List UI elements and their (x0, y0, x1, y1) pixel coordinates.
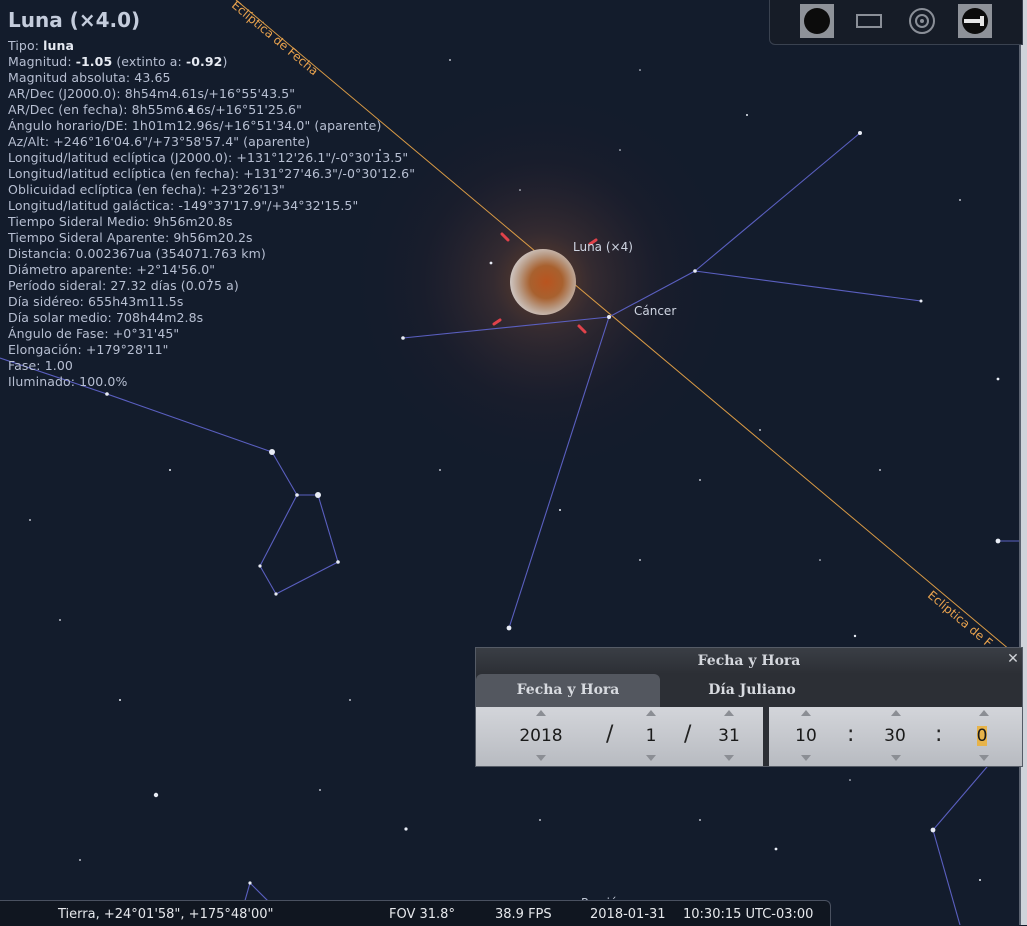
info-magnitude-label: Magnitud: (8, 54, 76, 69)
day-up-arrow[interactable] (724, 710, 734, 716)
second-up-arrow[interactable] (979, 710, 989, 716)
second-value: 0 (976, 726, 988, 746)
rectangle-icon (856, 14, 882, 28)
info-row: Fase: 1.00 (8, 358, 73, 373)
time-separator: : (847, 722, 855, 747)
info-row: Az/Alt: +246°16'04.6"/+73°58'57.4" (apar… (8, 134, 311, 149)
month-field[interactable]: 1 (631, 726, 671, 746)
minute-down-arrow[interactable] (891, 755, 901, 761)
info-type-row: Tipo: luna (8, 38, 415, 54)
hour-field[interactable]: 10 (786, 726, 826, 746)
telescope-icon (962, 8, 988, 34)
info-row: Diámetro aparente: +2°14'56.0" (8, 262, 216, 277)
date-readout[interactable]: 2018-01-31 (590, 907, 666, 922)
month-down-arrow[interactable] (646, 755, 656, 761)
info-magnitude-end: ) (222, 54, 228, 69)
date-separator: / (684, 722, 692, 747)
info-row: AR/Dec (J2000.0): 8h54m4.61s/+16°55'43.5… (8, 86, 296, 101)
info-row: Oblicuidad eclíptica (en fecha): +23°26'… (8, 182, 285, 197)
screen-mode-button[interactable] (852, 4, 886, 38)
moon-label: Luna (×4) (573, 240, 633, 254)
minute-up-arrow[interactable] (891, 710, 901, 716)
month-up-arrow[interactable] (646, 710, 656, 716)
info-row: Día sidéreo: 655h43m11.5s (8, 294, 184, 309)
constellation-label: Cáncer (634, 304, 677, 318)
info-magnitude-value: -1.05 (75, 54, 113, 69)
date-separator: / (606, 722, 614, 747)
info-row: Elongación: +179°28'11" (8, 342, 169, 357)
info-row: Ángulo de Fase: +0°31'45" (8, 326, 180, 341)
info-type-value: luna (43, 38, 75, 53)
planet-icon (804, 8, 830, 34)
tab-datetime[interactable]: Fecha y Hora (476, 674, 660, 707)
day-down-arrow[interactable] (724, 755, 734, 761)
info-rows: Magnitud absoluta: 43.65 AR/Dec (J2000.0… (8, 70, 415, 390)
second-down-arrow[interactable] (979, 755, 989, 761)
info-type-label: Tipo: (8, 38, 44, 53)
second-field[interactable]: 0 (975, 726, 989, 746)
time-readout[interactable]: 10:30:15 UTC-03:00 (683, 907, 813, 922)
window-edge (1021, 0, 1027, 925)
dialog-title: Fecha y Hora (476, 648, 1022, 674)
moon-disk[interactable] (510, 249, 576, 315)
panel-divider (763, 707, 769, 766)
status-bar: Tierra, +24°01'58", +175°48'00" FOV 31.8… (0, 900, 831, 926)
info-row: AR/Dec (en fecha): 8h55m6.16s/+16°51'25.… (8, 102, 302, 117)
info-row: Longitud/latitud eclíptica (J2000.0): +1… (8, 150, 409, 165)
fov-readout: FOV 31.8° (389, 907, 455, 922)
minute-field[interactable]: 30 (875, 726, 915, 746)
info-row: Magnitud absoluta: 43.65 (8, 70, 171, 85)
datetime-dialog: Fecha y Hora ✕ Fecha y Hora Día Juliano … (475, 647, 1023, 767)
year-up-arrow[interactable] (536, 710, 546, 716)
info-row: Tiempo Sideral Aparente: 9h56m20.2s (8, 230, 253, 245)
info-magnitude-row: Magnitud: -1.05 (extinto a: -0.92) (8, 54, 415, 70)
location-readout[interactable]: Tierra, +24°01'58", +175°48'00" (58, 907, 274, 922)
info-row: Tiempo Sideral Medio: 9h56m20.8s (8, 214, 233, 229)
info-row: Longitud/latitud galáctica: -149°37'17.9… (8, 198, 359, 213)
time-separator: : (935, 722, 943, 747)
info-row: Iluminado: 100.0% (8, 374, 128, 389)
hour-up-arrow[interactable] (801, 710, 811, 716)
close-button[interactable]: ✕ (1006, 652, 1020, 666)
day-field[interactable]: 31 (708, 726, 750, 746)
year-down-arrow[interactable] (536, 755, 546, 761)
info-row: Longitud/latitud eclíptica (en fecha): +… (8, 166, 416, 181)
info-row: Período sideral: 27.32 días (0.075 a) (8, 278, 239, 293)
info-row: Día solar medio: 708h44m2.8s (8, 310, 204, 325)
info-row: Ángulo horario/DE: 1h01m12.96s/+16°51'34… (8, 118, 382, 133)
telescope-button[interactable] (958, 4, 992, 38)
close-icon: ✕ (1007, 651, 1019, 667)
top-toolbar (769, 0, 1023, 45)
object-title: Luna (×4.0) (8, 8, 141, 32)
target-button[interactable] (905, 4, 939, 38)
datetime-panel: 2018 / 1 / 31 10 : 30 : 0 (476, 707, 1022, 766)
info-magnitude-mid: (extinto a: (112, 54, 186, 69)
info-row: Distancia: 0.002367ua (354071.763 km) (8, 246, 266, 261)
planet-button[interactable] (800, 4, 834, 38)
fps-readout: 38.9 FPS (495, 907, 552, 922)
tab-julian-day[interactable]: Día Juliano (660, 674, 844, 707)
year-field[interactable]: 2018 (506, 726, 576, 746)
target-icon (909, 8, 935, 34)
hour-down-arrow[interactable] (801, 755, 811, 761)
object-info-panel: Luna (×4.0) Tipo: luna Magnitud: -1.05 (… (8, 8, 415, 390)
info-magnitude-extinct: -0.92 (185, 54, 223, 69)
